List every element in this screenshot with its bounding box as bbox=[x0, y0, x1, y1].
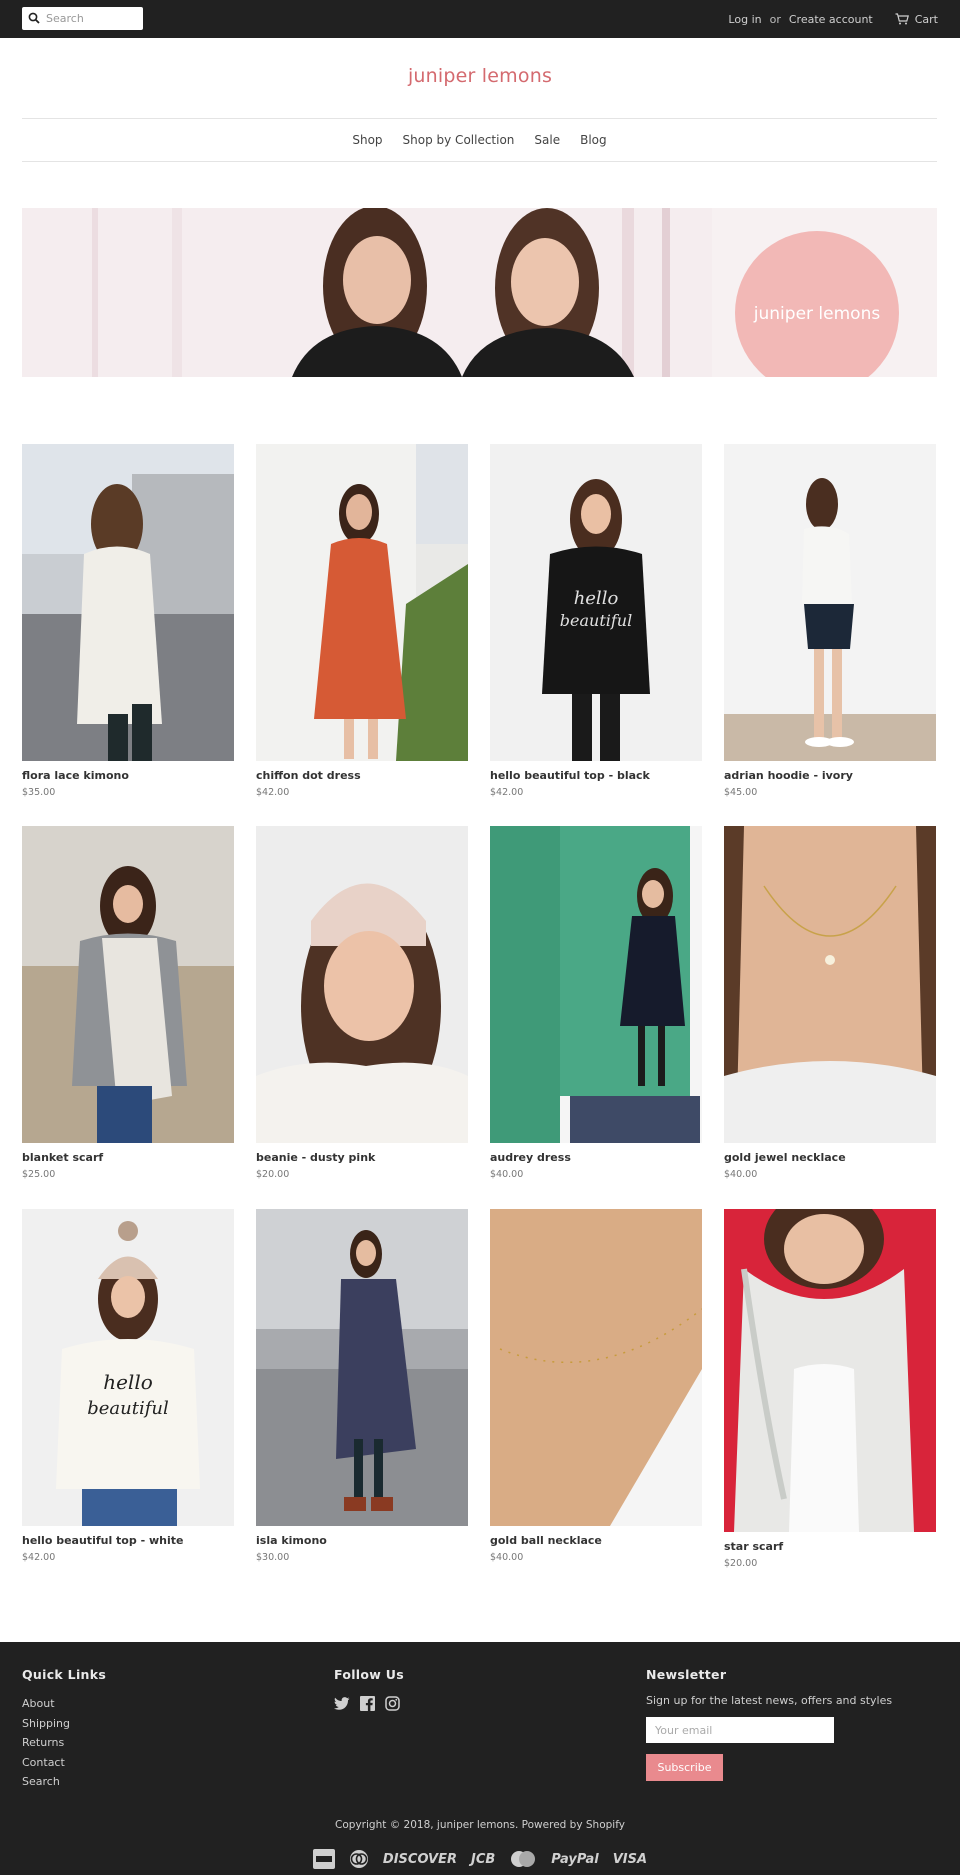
product-card[interactable]: hello beautiful hello beautiful top - wh… bbox=[22, 1209, 234, 1563]
product-price: $40.00 bbox=[724, 1169, 758, 1180]
product-name[interactable]: flora lace kimono bbox=[22, 769, 234, 782]
product-image[interactable] bbox=[724, 1209, 936, 1532]
site-logo[interactable]: juniper lemons bbox=[0, 65, 960, 87]
newsletter-description: Sign up for the latest news, offers and … bbox=[646, 1694, 893, 1707]
nav-item-shop-by-collection[interactable]: Shop by Collection bbox=[403, 133, 515, 147]
nav-item-sale[interactable]: Sale bbox=[534, 133, 560, 147]
footer-link-about[interactable]: About bbox=[22, 1694, 106, 1714]
product-price: $40.00 bbox=[490, 1169, 524, 1180]
product-card[interactable]: chiffon dot dress $42.00 bbox=[256, 444, 468, 798]
product-image[interactable] bbox=[256, 826, 468, 1143]
product-price: $30.00 bbox=[256, 1552, 290, 1563]
search-icon[interactable] bbox=[28, 12, 40, 24]
mastercard-icon bbox=[509, 1850, 537, 1868]
cart-icon bbox=[895, 13, 909, 25]
svg-text:hello: hello bbox=[103, 1370, 153, 1394]
footer-link-returns[interactable]: Returns bbox=[22, 1733, 106, 1753]
svg-text:beautiful: beautiful bbox=[87, 1398, 169, 1419]
svg-text:hello: hello bbox=[574, 588, 619, 609]
top-bar: Log in or Create account Cart bbox=[0, 0, 960, 38]
product-card[interactable]: audrey dress $40.00 bbox=[490, 826, 702, 1180]
newsletter-email-input[interactable] bbox=[646, 1717, 834, 1743]
product-card[interactable]: adrian hoodie - ivory $45.00 bbox=[724, 444, 936, 798]
product-image[interactable] bbox=[490, 826, 702, 1143]
account-links: Log in or Create account Cart bbox=[728, 11, 938, 27]
product-name[interactable]: blanket scarf bbox=[22, 1151, 234, 1164]
product-name[interactable]: gold ball necklace bbox=[490, 1534, 702, 1547]
cart-link[interactable]: Cart bbox=[895, 13, 938, 26]
product-card[interactable]: gold jewel necklace $40.00 bbox=[724, 826, 936, 1180]
product-image[interactable] bbox=[490, 1209, 702, 1526]
product-price: $42.00 bbox=[22, 1552, 56, 1563]
product-name[interactable]: adrian hoodie - ivory bbox=[724, 769, 936, 782]
product-image[interactable] bbox=[724, 826, 936, 1143]
product-image[interactable]: hello beautiful bbox=[490, 444, 702, 761]
diners-icon bbox=[349, 1849, 369, 1869]
product-image[interactable] bbox=[724, 444, 936, 761]
product-price: $40.00 bbox=[490, 1552, 524, 1563]
login-link[interactable]: Log in bbox=[728, 13, 761, 26]
product-price: $35.00 bbox=[22, 787, 56, 798]
product-card[interactable]: isla kimono $30.00 bbox=[256, 1209, 468, 1563]
paypal-icon: PayPal bbox=[551, 1851, 599, 1867]
follow-us-section: Follow Us bbox=[334, 1667, 410, 1715]
nav-item-shop[interactable]: Shop bbox=[352, 133, 382, 147]
product-name[interactable]: audrey dress bbox=[490, 1151, 702, 1164]
instagram-icon[interactable] bbox=[385, 1696, 400, 1715]
subscribe-button[interactable]: Subscribe bbox=[646, 1754, 723, 1781]
copyright-text[interactable]: Copyright © 2018, juniper lemons. Powere… bbox=[0, 1819, 960, 1831]
visa-icon: VISA bbox=[612, 1851, 648, 1867]
product-card[interactable]: flora lace kimono $35.00 bbox=[22, 444, 234, 798]
product-image[interactable]: hello beautiful bbox=[22, 1209, 234, 1526]
follow-us-title: Follow Us bbox=[334, 1667, 404, 1682]
product-card[interactable]: beanie - dusty pink $20.00 bbox=[256, 826, 468, 1180]
product-price: $42.00 bbox=[490, 787, 524, 798]
twitter-icon[interactable] bbox=[334, 1696, 350, 1715]
quick-links-section: Quick Links About Shipping Returns Conta… bbox=[22, 1667, 106, 1792]
payment-icons: DISCOVER JCB PayPal VISA bbox=[0, 1849, 960, 1869]
product-name[interactable]: gold jewel necklace bbox=[724, 1151, 936, 1164]
search-box[interactable] bbox=[22, 7, 143, 30]
product-price: $45.00 bbox=[724, 787, 758, 798]
amex-icon bbox=[312, 1849, 335, 1869]
hero-image bbox=[22, 208, 937, 377]
product-name[interactable]: hello beautiful top - white bbox=[22, 1534, 234, 1547]
nav-item-blog[interactable]: Blog bbox=[580, 133, 607, 147]
footer-link-search[interactable]: Search bbox=[22, 1772, 106, 1792]
product-price: $20.00 bbox=[724, 1558, 758, 1569]
product-image[interactable] bbox=[256, 1209, 468, 1526]
product-card[interactable]: gold ball necklace $40.00 bbox=[490, 1209, 702, 1563]
product-name[interactable]: star scarf bbox=[724, 1540, 936, 1553]
product-image[interactable] bbox=[22, 826, 234, 1143]
newsletter-section: Newsletter Sign up for the latest news, … bbox=[646, 1667, 892, 1781]
discover-icon: DISCOVER bbox=[382, 1851, 457, 1867]
product-price: $25.00 bbox=[22, 1169, 56, 1180]
hero-badge-text: juniper lemons bbox=[753, 304, 881, 324]
product-name[interactable]: hello beautiful top - black bbox=[490, 769, 702, 782]
search-input[interactable] bbox=[46, 9, 138, 28]
site-footer: Quick Links About Shipping Returns Conta… bbox=[0, 1642, 960, 1875]
hero-banner[interactable]: juniper lemons bbox=[22, 208, 937, 377]
main-nav: Shop Shop by Collection Sale Blog bbox=[22, 118, 937, 162]
product-price: $20.00 bbox=[256, 1169, 290, 1180]
cart-label: Cart bbox=[914, 12, 938, 26]
footer-link-shipping[interactable]: Shipping bbox=[22, 1714, 106, 1734]
product-name[interactable]: chiffon dot dress bbox=[256, 769, 468, 782]
product-card[interactable]: star scarf $20.00 bbox=[724, 1209, 936, 1569]
newsletter-title: Newsletter bbox=[646, 1667, 727, 1682]
product-card[interactable]: hello beautiful hello beautiful top - bl… bbox=[490, 444, 702, 798]
jcb-icon: JCB bbox=[470, 1851, 496, 1867]
product-card[interactable]: blanket scarf $25.00 bbox=[22, 826, 234, 1180]
product-image[interactable] bbox=[22, 444, 234, 761]
or-text: or bbox=[769, 12, 781, 26]
product-image[interactable] bbox=[256, 444, 468, 761]
svg-text:beautiful: beautiful bbox=[560, 611, 632, 630]
quick-links-title: Quick Links bbox=[22, 1667, 107, 1682]
product-price: $42.00 bbox=[256, 787, 290, 798]
product-name[interactable]: isla kimono bbox=[256, 1534, 468, 1547]
product-name[interactable]: beanie - dusty pink bbox=[256, 1151, 468, 1164]
footer-link-contact[interactable]: Contact bbox=[22, 1753, 106, 1773]
create-account-link[interactable]: Create account bbox=[789, 13, 873, 26]
facebook-icon[interactable] bbox=[360, 1696, 375, 1715]
